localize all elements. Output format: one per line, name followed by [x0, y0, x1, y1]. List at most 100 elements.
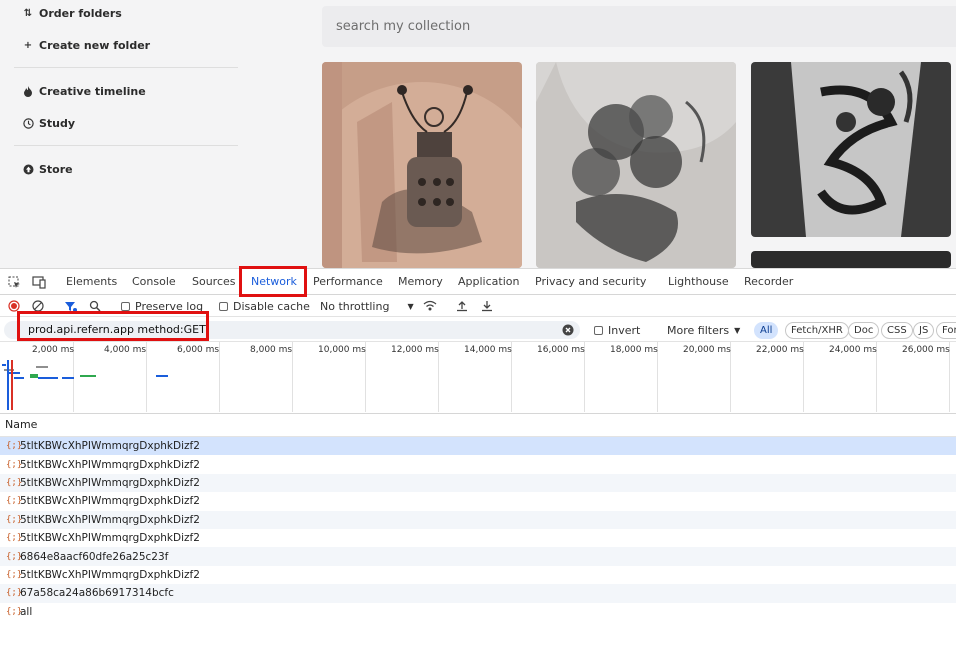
- filter-chip-fetch-xhr[interactable]: Fetch/XHR: [785, 322, 849, 339]
- tab-sources[interactable]: Sources: [192, 269, 236, 295]
- sidebar-item-create-folder[interactable]: + Create new folder: [22, 35, 150, 55]
- invert-checkbox[interactable]: Invert: [594, 319, 640, 341]
- tab-network[interactable]: Network: [251, 269, 297, 296]
- fetch-request-icon: {;}: [6, 514, 23, 525]
- request-name: 5tltKBWcXhPIWmmqrgDxphkDizf2: [20, 568, 200, 581]
- preserve-log-label: Preserve log: [135, 299, 204, 313]
- table-row[interactable]: {;} 5tltKBWcXhPIWmmqrgDxphkDizf2: [0, 437, 956, 456]
- tab-console[interactable]: Console: [132, 269, 176, 295]
- import-har-icon[interactable]: [456, 295, 468, 317]
- throttling-value: No throttling: [320, 299, 390, 313]
- table-row[interactable]: {;} 6864e8aacf60dfe26a25c23f: [0, 547, 956, 566]
- timeline-tick-label: 22,000 ms: [756, 345, 804, 355]
- request-name: 5tltKBWcXhPIWmmqrgDxphkDizf2: [20, 458, 200, 471]
- timeline-tick-label: 12,000 ms: [391, 345, 439, 355]
- collection-image-3[interactable]: [751, 62, 951, 237]
- tab-recorder[interactable]: Recorder: [744, 269, 793, 295]
- network-conditions-icon[interactable]: [423, 295, 437, 317]
- table-row[interactable]: {;} 5tltKBWcXhPIWmmqrgDxphkDizf2: [0, 492, 956, 510]
- collection-search[interactable]: [322, 6, 956, 47]
- tab-lighthouse[interactable]: Lighthouse: [668, 269, 729, 295]
- network-overview-timeline[interactable]: 2,000 ms 4,000 ms 6,000 ms 8,000 ms 10,0…: [0, 342, 956, 414]
- throttling-select[interactable]: No throttling ▼: [320, 295, 414, 317]
- network-filter-bar: prod.api.refern.app method:GET Invert Mo…: [0, 311, 956, 342]
- more-filters-dropdown[interactable]: More filters ▼: [667, 319, 740, 341]
- filter-icon[interactable]: [64, 295, 78, 317]
- chevron-down-icon: ▼: [734, 325, 741, 335]
- timeline-gridline: [219, 342, 220, 412]
- request-name: 5tltKBWcXhPIWmmqrgDxphkDizf2: [20, 476, 200, 489]
- timeline-tick-label: 6,000 ms: [177, 345, 220, 355]
- table-row[interactable]: {;} 5tltKBWcXhPIWmmqrgDxphkDizf2: [0, 473, 956, 493]
- timeline-tick-label: 20,000 ms: [683, 345, 731, 355]
- filter-chip-font[interactable]: Fon: [936, 322, 956, 339]
- sidebar-item-label: Order folders: [39, 6, 122, 20]
- invert-label: Invert: [608, 323, 641, 337]
- search-icon[interactable]: [89, 295, 101, 317]
- request-name: 67a58ca24a86b6917314bcfc: [20, 587, 174, 600]
- sidebar-item-label: Store: [39, 162, 73, 176]
- request-name: 6864e8aacf60dfe26a25c23f: [20, 550, 169, 563]
- checkbox-box: [219, 301, 228, 311]
- filter-chip-css[interactable]: CSS: [881, 322, 913, 339]
- fetch-request-icon: {;}: [6, 606, 23, 617]
- collection-area: [238, 0, 956, 268]
- filter-chip-all[interactable]: All: [754, 322, 779, 339]
- divider: [14, 145, 250, 146]
- table-row[interactable]: {;} 5tltKBWcXhPIWmmqrgDxphkDizf2: [0, 566, 956, 584]
- collection-image-1[interactable]: [322, 62, 522, 268]
- fetch-request-icon: {;}: [6, 533, 23, 544]
- sort-icon: ⇅: [23, 7, 33, 19]
- table-row[interactable]: {;} 5tltKBWcXhPIWmmqrgDxphkDizf2: [0, 529, 956, 547]
- request-name: all: [20, 605, 33, 618]
- timeline-tick-label: 4,000 ms: [104, 345, 147, 355]
- table-row[interactable]: {;} 67a58ca24a86b6917314bcfc: [0, 584, 956, 603]
- collection-image-2[interactable]: [536, 62, 736, 268]
- export-har-icon[interactable]: [481, 295, 493, 317]
- collection-image-4[interactable]: [751, 251, 951, 268]
- devtools-panel: Elements Console Sources Network Perform…: [0, 266, 956, 648]
- network-toolbar: Preserve log Disable cache No throttling…: [0, 295, 956, 317]
- sidebar-item-study[interactable]: Study: [22, 113, 75, 133]
- record-icon[interactable]: [8, 295, 20, 317]
- table-row[interactable]: {;} 5tltKBWcXhPIWmmqrgDxphkDizf2: [0, 510, 956, 529]
- table-row[interactable]: {;} 5tltKBWcXhPIWmmqrgDxphkDizf2: [0, 455, 956, 473]
- network-filter-input[interactable]: prod.api.refern.app method:GET: [4, 321, 580, 339]
- sidebar-item-creative-timeline[interactable]: Creative timeline: [22, 81, 146, 101]
- preserve-log-checkbox[interactable]: Preserve log: [121, 295, 203, 317]
- tab-performance[interactable]: Performance: [313, 269, 383, 295]
- chevron-down-icon: ▼: [407, 301, 414, 311]
- sidebar: ⇅ Order folders + Create new folder Crea…: [0, 0, 250, 268]
- clear-icon[interactable]: [32, 295, 44, 317]
- sidebar-item-label: Study: [39, 116, 76, 130]
- tab-elements[interactable]: Elements: [66, 269, 117, 295]
- fetch-request-icon: {;}: [6, 569, 23, 580]
- device-toolbar-icon[interactable]: [32, 269, 48, 295]
- timeline-tick-label: 8,000 ms: [250, 345, 293, 355]
- name-column-header[interactable]: Name: [0, 414, 956, 437]
- timeline-tick-label: 14,000 ms: [464, 345, 512, 355]
- tab-privacy-security[interactable]: Privacy and security: [535, 269, 646, 295]
- filter-chip-js[interactable]: JS: [913, 322, 935, 339]
- fetch-request-icon: {;}: [6, 551, 23, 562]
- sidebar-item-store[interactable]: Store: [22, 159, 73, 179]
- request-name: 5tltKBWcXhPIWmmqrgDxphkDizf2: [20, 440, 200, 453]
- table-row[interactable]: {;} all: [0, 603, 956, 621]
- fire-icon: [22, 85, 34, 97]
- fetch-request-icon: {;}: [6, 441, 23, 452]
- clear-filter-icon[interactable]: [562, 324, 574, 342]
- sidebar-item-order-folders[interactable]: ⇅ Order folders: [22, 3, 122, 23]
- timeline-tick-label: 24,000 ms: [829, 345, 877, 355]
- timeline-waterfall-overview: [2, 360, 168, 410]
- timeline-tick-label: 2,000 ms: [32, 345, 75, 355]
- disable-cache-checkbox[interactable]: Disable cache: [219, 295, 310, 317]
- filter-chip-doc[interactable]: Doc: [848, 322, 880, 339]
- tab-application[interactable]: Application: [458, 269, 519, 295]
- search-input[interactable]: [336, 19, 956, 34]
- fetch-request-icon: {;}: [6, 477, 23, 488]
- timeline-tick-label: 16,000 ms: [537, 345, 585, 355]
- inspect-element-icon[interactable]: [8, 269, 22, 295]
- fetch-request-icon: {;}: [6, 588, 23, 599]
- timeline-tick-label: 26,000 ms: [902, 345, 950, 355]
- tab-memory[interactable]: Memory: [398, 269, 443, 295]
